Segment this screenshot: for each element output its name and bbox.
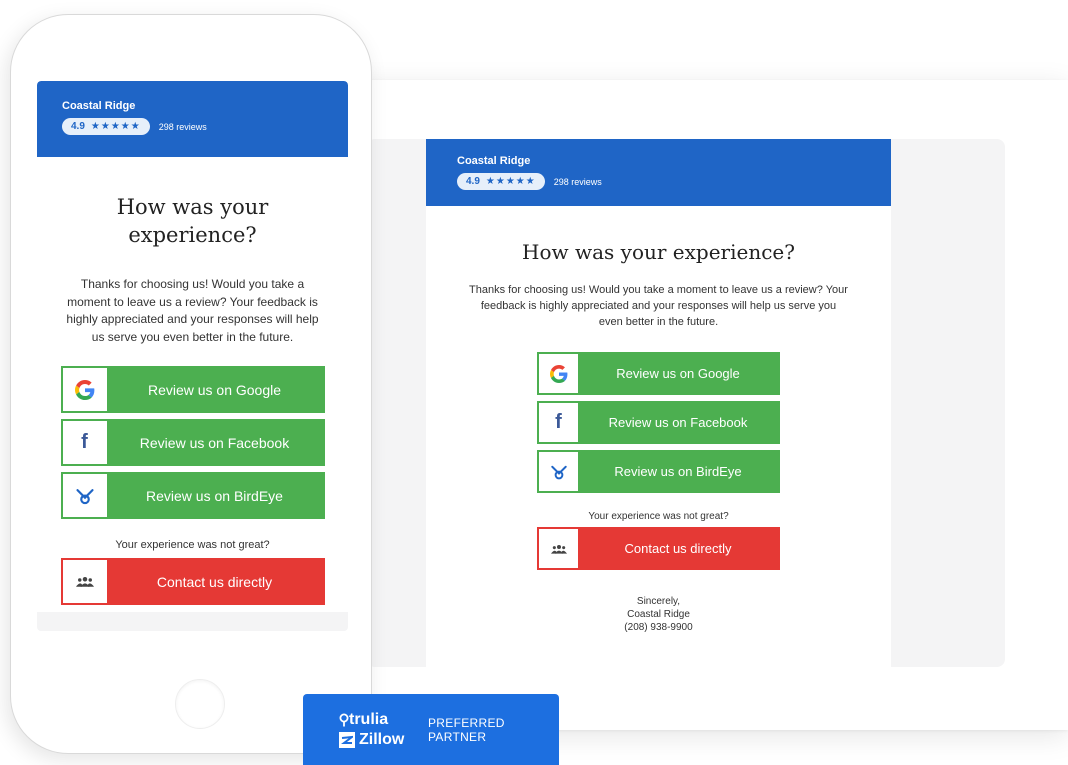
email-desktop: Coastal Ridge 4.9 ★★★★★ 298 reviews How … <box>426 139 891 667</box>
contact-button-mobile[interactable]: Contact us directly <box>60 558 325 605</box>
review-google-button[interactable]: Review us on Google <box>537 352 780 395</box>
review-buttons-mobile: Review us on Google f Review us on Faceb… <box>60 366 325 519</box>
email-mobile-inner: Coastal Ridge 4.9 ★★★★★ 298 reviews How … <box>37 81 348 612</box>
review-facebook-label-mobile: Review us on Facebook <box>139 434 290 451</box>
partner-line-2: PARTNER <box>428 729 487 744</box>
email-body: Thanks for choosing us! Would you take a… <box>469 284 848 328</box>
birdeye-icon <box>539 452 578 491</box>
review-facebook-button[interactable]: f Review us on Facebook <box>537 401 780 444</box>
email-body-mobile: Thanks for choosing us! Would you take a… <box>66 277 319 344</box>
trulia-logo: trulia <box>339 711 428 729</box>
review-google-label: Review us on Google <box>616 366 740 381</box>
sign-off-business: Coastal Ridge <box>627 609 690 620</box>
people-icon <box>539 529 578 568</box>
rating-row-mobile: 4.9 ★★★★★ 298 reviews <box>62 118 348 135</box>
sign-off: Sincerely, Coastal Ridge (208) 938-9900 <box>426 595 891 634</box>
review-facebook-label: Review us on Facebook <box>608 415 748 430</box>
star-icons: ★★★★★ <box>485 176 536 187</box>
review-birdeye-label-mobile: Review us on BirdEye <box>146 487 283 504</box>
business-name-mobile: Coastal Ridge <box>62 100 136 112</box>
email-header: Coastal Ridge 4.9 ★★★★★ 298 reviews <box>426 139 891 206</box>
review-birdeye-button[interactable]: Review us on BirdEye <box>537 450 780 493</box>
contact-label: Contact us directly <box>624 541 732 556</box>
partner-logos: trulia Zillow <box>303 711 428 749</box>
review-google-label-mobile: Review us on Google <box>147 381 282 398</box>
partner-label: PREFERRED PARTNER <box>428 716 505 744</box>
star-icons-mobile: ★★★★★ <box>90 121 141 132</box>
facebook-icon: f <box>539 403 578 442</box>
email-title-mobile: How was your experience? <box>116 195 269 247</box>
contact-button[interactable]: Contact us directly <box>537 527 780 570</box>
review-count[interactable]: 298 reviews <box>554 177 602 187</box>
partner-badge: trulia Zillow PREFERRED PARTNER <box>303 694 559 765</box>
rating-value: 4.9 <box>466 176 480 187</box>
rating-row: 4.9 ★★★★★ 298 reviews <box>457 173 891 190</box>
phone-home-button[interactable] <box>175 679 225 729</box>
review-count-mobile[interactable]: 298 reviews <box>159 122 207 132</box>
contact-label-mobile: Contact us directly <box>156 573 273 590</box>
sign-off-phone[interactable]: (208) 938-9900 <box>426 621 891 634</box>
zillow-logo: Zillow <box>339 731 428 749</box>
review-buttons: Review us on Google f Review us on Faceb… <box>537 352 780 493</box>
rating-pill: 4.9 ★★★★★ <box>457 173 545 190</box>
partner-line-1: PREFERRED <box>428 715 505 730</box>
review-facebook-button-mobile[interactable]: f Review us on Facebook <box>60 419 325 466</box>
trulia-pin-icon <box>339 713 349 726</box>
google-icon <box>539 354 578 393</box>
email-mobile: Coastal Ridge 4.9 ★★★★★ 298 reviews How … <box>37 81 348 631</box>
review-birdeye-label: Review us on BirdEye <box>614 464 742 479</box>
zillow-text: Zillow <box>359 730 405 748</box>
birdeye-icon <box>62 474 107 517</box>
review-google-button-mobile[interactable]: Review us on Google <box>60 366 325 413</box>
not-great-text: Your experience was not great? <box>588 511 729 522</box>
not-great-text-mobile: Your experience was not great? <box>115 539 270 551</box>
facebook-icon: f <box>62 421 107 464</box>
trulia-text: trulia <box>349 710 389 728</box>
rating-pill-mobile: 4.9 ★★★★★ <box>62 118 150 135</box>
zillow-mark-icon <box>339 731 355 748</box>
sign-off-greeting: Sincerely, <box>636 596 681 607</box>
review-birdeye-button-mobile[interactable]: Review us on BirdEye <box>60 472 325 519</box>
people-icon <box>62 560 107 603</box>
email-title: How was your experience? <box>522 240 795 264</box>
email-header-mobile: Coastal Ridge 4.9 ★★★★★ 298 reviews <box>37 81 348 157</box>
google-icon <box>62 368 107 411</box>
rating-value-mobile: 4.9 <box>71 121 85 132</box>
business-name: Coastal Ridge <box>457 155 531 167</box>
